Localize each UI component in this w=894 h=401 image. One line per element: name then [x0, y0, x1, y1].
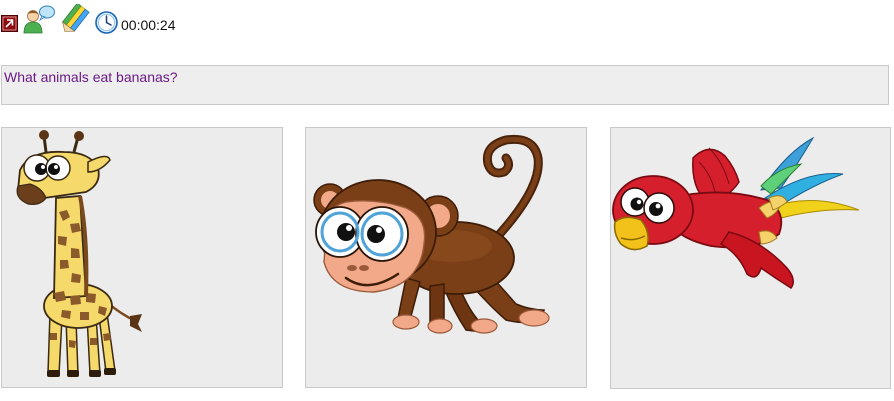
elapsed-timer: 00:00:24: [121, 17, 176, 33]
answer-card-parrot[interactable]: [610, 127, 891, 389]
question-text: What animals eat bananas?: [4, 69, 178, 85]
monkey-illustration: [313, 134, 550, 334]
answer-card-giraffe[interactable]: [1, 127, 283, 388]
giraffe-illustration: [16, 130, 142, 377]
answer-card-monkey[interactable]: [305, 127, 587, 388]
question-box: What animals eat bananas?: [1, 65, 889, 105]
clock-icon: [95, 11, 118, 34]
pencils-icon[interactable]: [58, 2, 92, 34]
chat-users-icon[interactable]: [22, 4, 55, 34]
parrot-illustration: [612, 136, 860, 290]
exit-icon[interactable]: [1, 15, 18, 32]
